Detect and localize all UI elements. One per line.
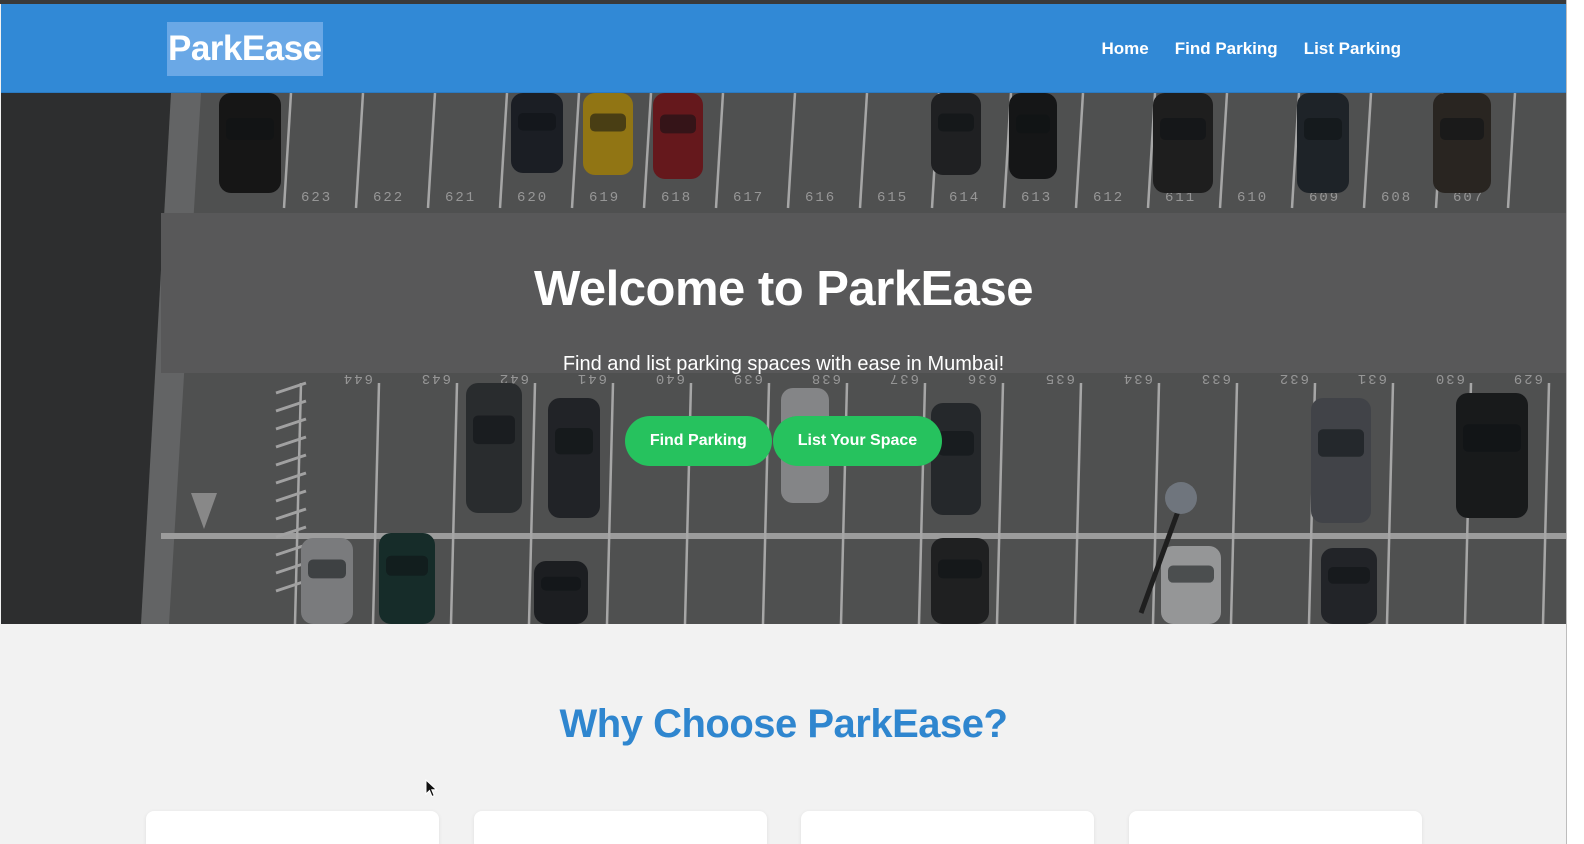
feature-card <box>801 811 1094 844</box>
list-your-space-button[interactable]: List Your Space <box>772 416 943 466</box>
feature-card <box>1129 811 1422 844</box>
logo[interactable]: ParkEase <box>167 22 323 76</box>
nav-link-find-parking[interactable]: Find Parking <box>1175 39 1278 59</box>
nav-link-list-parking[interactable]: List Parking <box>1304 39 1401 59</box>
nav-links: Home Find Parking List Parking <box>1101 4 1401 93</box>
hero-content: Welcome to ParkEase Find and list parkin… <box>1 93 1566 624</box>
navbar: ParkEase Home Find Parking List Parking <box>1 4 1566 93</box>
features-section: Why Choose ParkEase? <box>1 624 1566 844</box>
features-title: Why Choose ParkEase? <box>559 702 1008 746</box>
find-parking-button[interactable]: Find Parking <box>624 416 772 466</box>
window-right-edge <box>1566 0 1584 844</box>
feature-card <box>146 811 439 844</box>
mouse-cursor-icon <box>425 779 438 798</box>
hero-subtitle: Find and list parking spaces with ease i… <box>562 353 1005 375</box>
hero-buttons: Find Parking List Your Space <box>1 416 1566 466</box>
feature-card <box>474 811 767 844</box>
hero-section: 623 622 621 620 619 618 617 616 615 614 613 612 611 6… <box>1 93 1566 624</box>
hero-title: Welcome to ParkEase <box>534 262 1033 316</box>
nav-link-home[interactable]: Home <box>1101 39 1148 59</box>
